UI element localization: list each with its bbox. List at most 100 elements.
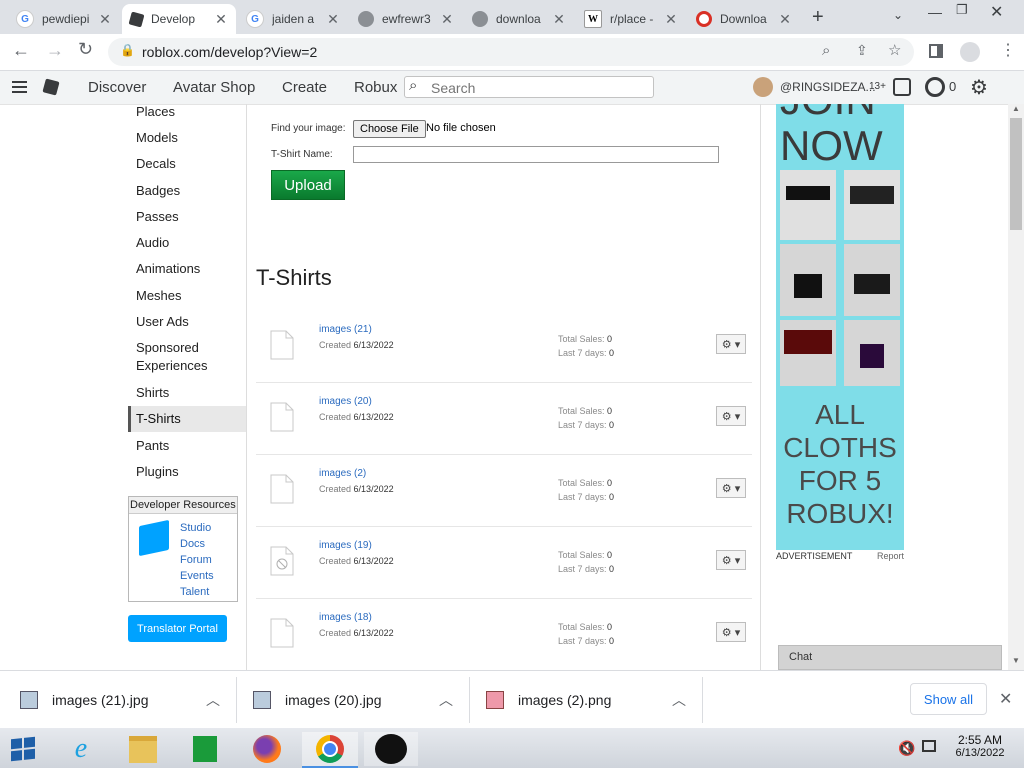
side-panel-icon[interactable] xyxy=(929,44,943,58)
roblox-logo-icon[interactable] xyxy=(42,78,60,96)
download-item[interactable]: images (2).png ︿ xyxy=(486,671,702,729)
sidebar-item-shirts[interactable]: Shirts xyxy=(136,384,169,402)
tshirt-name-link[interactable]: images (2) xyxy=(319,468,366,479)
close-window-button[interactable]: ✕ xyxy=(990,2,1003,22)
tab-download-2[interactable]: Downloa ✕ xyxy=(688,4,800,34)
bookmark-star-icon[interactable]: ☆ xyxy=(888,41,901,59)
internet-explorer-icon[interactable]: e xyxy=(58,732,104,766)
close-downloads-icon[interactable]: ✕ xyxy=(999,689,1012,709)
address-bar[interactable]: 🔒 roblox.com/develop?View=2 ⌕ ⇪ ☆ xyxy=(108,38,914,66)
blocked-file-icon[interactable] xyxy=(270,546,294,576)
item-settings-dropdown[interactable]: ⚙ ▾ xyxy=(716,406,746,426)
dev-link-events[interactable]: Events xyxy=(180,570,214,582)
start-windows-icon[interactable] xyxy=(0,732,46,766)
scroll-down-icon[interactable]: ▼ xyxy=(1012,656,1020,665)
download-item[interactable]: images (20).jpg ︿ xyxy=(253,671,469,729)
dev-link-docs[interactable]: Docs xyxy=(180,538,205,550)
download-item[interactable]: images (21).jpg ︿ xyxy=(20,671,236,729)
dev-link-forum[interactable]: Forum xyxy=(180,554,212,566)
restore-button[interactable]: ❐ xyxy=(956,2,968,18)
file-icon[interactable] xyxy=(270,330,294,360)
sidebar-item-user-ads[interactable]: User Ads xyxy=(136,313,189,331)
report-ad-link[interactable]: Report xyxy=(877,551,904,561)
tshirt-name-link[interactable]: images (21) xyxy=(319,324,372,335)
search-input[interactable] xyxy=(429,79,633,97)
nav-create[interactable]: Create xyxy=(282,79,327,96)
item-settings-dropdown[interactable]: ⚙ ▾ xyxy=(716,622,746,642)
scrollbar-thumb[interactable] xyxy=(1010,118,1022,230)
sidebar-item-animations[interactable]: Animations xyxy=(136,260,200,278)
tab-rplace[interactable]: W r/place - ✕ xyxy=(576,4,686,34)
page-scrollbar[interactable]: ▲ ▼ xyxy=(1008,104,1024,670)
sidebar-item-places[interactable]: Places xyxy=(136,103,175,121)
sidebar-item-sponsored-experiences[interactable]: Sponsored Experiences xyxy=(136,339,216,375)
avatar[interactable] xyxy=(753,77,773,97)
zoom-icon[interactable]: ⌕ xyxy=(822,42,830,59)
username-label[interactable]: @RINGSIDEZA... xyxy=(780,80,876,94)
search-box[interactable]: ⌕ xyxy=(404,76,654,98)
sidebar-item-pants[interactable]: Pants xyxy=(136,437,169,455)
menu-kebab-icon[interactable]: ⋮ xyxy=(1000,40,1016,60)
nav-avatar-shop[interactable]: Avatar Shop xyxy=(173,79,255,96)
forward-icon[interactable]: → xyxy=(46,40,64,61)
tshirt-name-link[interactable]: images (18) xyxy=(319,612,372,623)
advertisement-banner[interactable]: JOIN NOW ALL CLOTHS FOR 5 ROBUX! xyxy=(776,104,904,550)
sidebar-item-tshirts[interactable]: T-Shirts xyxy=(136,410,181,428)
tab-search-chevron-icon[interactable]: ⌄ xyxy=(893,8,903,22)
close-tab-icon[interactable]: ✕ xyxy=(440,11,454,28)
tshirt-name-link[interactable]: images (20) xyxy=(319,396,372,407)
sidebar-item-passes[interactable]: Passes xyxy=(136,208,179,226)
nav-robux[interactable]: Robux xyxy=(354,79,397,96)
file-explorer-icon[interactable] xyxy=(120,732,166,766)
messages-icon[interactable] xyxy=(893,78,911,96)
close-tab-icon[interactable]: ✕ xyxy=(778,11,792,28)
clock[interactable]: 2:55 AM 6/13/2022 xyxy=(952,733,1008,759)
close-tab-icon[interactable]: ✕ xyxy=(664,11,678,28)
chevron-up-icon[interactable]: ︿ xyxy=(672,690,686,710)
file-icon[interactable] xyxy=(270,474,294,504)
tshirt-name-input[interactable] xyxy=(353,146,719,163)
sidebar-item-meshes[interactable]: Meshes xyxy=(136,287,182,305)
translator-portal-button[interactable]: Translator Portal xyxy=(128,615,227,642)
tab-pewdiepie[interactable]: G pewdiepi ✕ xyxy=(8,4,120,34)
sidebar-item-audio[interactable]: Audio xyxy=(136,234,169,252)
tab-develop[interactable]: Develop ✕ xyxy=(122,4,236,34)
tshirt-name-link[interactable]: images (19) xyxy=(319,540,372,551)
chrome-taskbar-icon[interactable] xyxy=(302,732,358,768)
hamburger-menu-icon[interactable] xyxy=(12,81,27,93)
profile-avatar-icon[interactable] xyxy=(960,42,980,62)
tab-jaiden[interactable]: G jaiden a ✕ xyxy=(238,4,348,34)
store-icon[interactable] xyxy=(182,732,228,766)
settings-gear-icon[interactable]: ⚙ xyxy=(970,75,988,100)
item-settings-dropdown[interactable]: ⚙ ▾ xyxy=(716,334,746,354)
sidebar-item-models[interactable]: Models xyxy=(136,129,178,147)
close-tab-icon[interactable]: ✕ xyxy=(326,11,340,28)
close-tab-icon[interactable]: ✕ xyxy=(552,11,566,28)
close-tab-icon[interactable]: ✕ xyxy=(98,11,112,28)
chevron-up-icon[interactable]: ︿ xyxy=(206,690,220,710)
dev-link-talent[interactable]: Talent xyxy=(180,586,209,598)
tab-download-1[interactable]: downloa ✕ xyxy=(464,4,574,34)
upload-button[interactable]: Upload xyxy=(271,170,345,200)
reload-icon[interactable]: ↻ xyxy=(78,39,93,60)
sidebar-item-badges[interactable]: Badges xyxy=(136,182,180,200)
choose-file-button[interactable]: Choose File xyxy=(353,120,426,138)
robux-icon[interactable] xyxy=(925,77,945,97)
app-taskbar-icon[interactable] xyxy=(364,732,418,766)
volume-muted-icon[interactable]: 🔇 xyxy=(898,740,915,757)
minimize-button[interactable]: — xyxy=(928,4,942,20)
firefox-icon[interactable] xyxy=(244,732,290,766)
back-icon[interactable]: ← xyxy=(12,40,30,61)
share-icon[interactable]: ⇪ xyxy=(856,42,868,59)
item-settings-dropdown[interactable]: ⚙ ▾ xyxy=(716,478,746,498)
scroll-up-icon[interactable]: ▲ xyxy=(1012,104,1020,113)
chat-bar[interactable]: Chat xyxy=(778,645,1002,670)
nav-discover[interactable]: Discover xyxy=(88,79,146,96)
chevron-up-icon[interactable]: ︿ xyxy=(439,690,453,710)
tab-ewfrewr[interactable]: ewfrewr3 ✕ xyxy=(350,4,462,34)
sidebar-item-decals[interactable]: Decals xyxy=(136,155,176,173)
item-settings-dropdown[interactable]: ⚙ ▾ xyxy=(716,550,746,570)
sidebar-item-plugins[interactable]: Plugins xyxy=(136,463,179,481)
new-tab-button[interactable]: + xyxy=(812,6,824,29)
close-tab-icon[interactable]: ✕ xyxy=(214,11,228,28)
